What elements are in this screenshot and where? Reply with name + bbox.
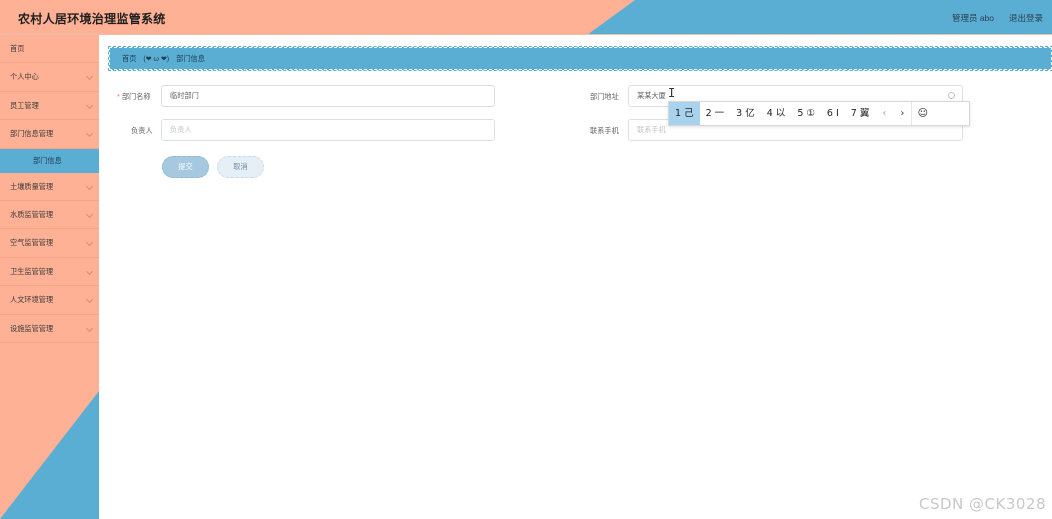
sidebar-item-profile[interactable]: 个人中心 xyxy=(0,63,99,92)
emoji-icon[interactable]: ☺ xyxy=(911,102,933,125)
text-cursor-icon: I xyxy=(668,86,676,100)
sidebar-item-humanities[interactable]: 人文环境管理 xyxy=(0,286,99,315)
sidebar-item-staff[interactable]: 员工管理 xyxy=(0,92,99,121)
sidebar-menu: 首页 个人中心 员工管理 部门信息管理 部门信息 土壤质量管理 水质监管管理 空… xyxy=(0,35,99,343)
watermark: CSDN @CK3028 xyxy=(918,495,1046,513)
sidebar-item-home[interactable]: 首页 xyxy=(0,35,99,64)
ime-candidate[interactable]: 7 翼 xyxy=(845,102,876,125)
sidebar-decoration xyxy=(0,391,99,519)
dept-name-input[interactable]: 临时部门 xyxy=(161,85,495,107)
chevron-right-icon[interactable]: › xyxy=(893,102,911,125)
phone-label: 联系手机 xyxy=(590,126,619,135)
ime-candidate[interactable]: 1 己 xyxy=(669,102,700,125)
current-user: 管理员 abo xyxy=(951,13,994,23)
sidebar-item-sanitation[interactable]: 卫生监管管理 xyxy=(0,258,99,287)
ime-candidate[interactable]: 4 以 xyxy=(761,102,792,125)
sidebar-item-facilities[interactable]: 设施监管管理 xyxy=(0,315,99,343)
dept-address-label: 部门地址 xyxy=(590,92,619,101)
chevron-down-icon xyxy=(85,267,94,275)
sidebar-item-air[interactable]: 空气监管管理 xyxy=(0,229,99,258)
chevron-down-icon xyxy=(85,101,94,109)
ime-candidate-bar: 1 己 2 一 3 亿 4 以 5 ① 6 I 7 翼 ‹ › ☺ xyxy=(668,101,970,126)
ime-candidate[interactable]: 6 I xyxy=(821,102,845,125)
logout-link[interactable]: 退出登录 xyxy=(1009,12,1043,24)
chevron-down-icon xyxy=(85,130,94,138)
breadcrumb: 首页 (❤ ω ❤) 部门信息 xyxy=(108,46,1052,71)
breadcrumb-home[interactable]: 首页 xyxy=(122,54,136,63)
chevron-down-icon xyxy=(85,296,94,304)
submit-button[interactable]: 提交 xyxy=(162,156,209,178)
top-header: 农村人居环境治理监管系统 管理员 abo 退出登录 xyxy=(0,0,1052,35)
ime-candidate[interactable]: 2 一 xyxy=(700,102,731,125)
breadcrumb-separator: (❤ ω ❤) xyxy=(143,56,170,63)
required-mark: * xyxy=(117,92,120,101)
chevron-down-icon xyxy=(85,239,94,247)
chevron-down-icon xyxy=(85,324,94,332)
ime-candidate[interactable]: 5 ① xyxy=(791,102,821,125)
breadcrumb-current: 部门信息 xyxy=(176,54,205,63)
chevron-down-icon xyxy=(85,73,94,81)
chevron-down-icon xyxy=(85,210,94,218)
chevron-left-icon[interactable]: ‹ xyxy=(875,102,893,125)
cancel-button[interactable]: 取消 xyxy=(217,156,264,178)
sidebar-item-soil[interactable]: 土壤质量管理 xyxy=(0,173,99,201)
leader-input[interactable]: 负责人 xyxy=(161,119,495,141)
sidebar-subitem-department-info[interactable]: 部门信息 xyxy=(0,148,99,173)
leader-label: 负责人 xyxy=(131,126,153,135)
sidebar-item-department-manage[interactable]: 部门信息管理 xyxy=(0,120,99,149)
dept-name-label: * 部门名称 xyxy=(117,92,151,101)
sidebar-item-water[interactable]: 水质监管管理 xyxy=(0,201,99,230)
app-title: 农村人居环境治理监管系统 xyxy=(18,12,166,26)
chevron-down-icon xyxy=(85,182,94,190)
ime-candidate[interactable]: 3 亿 xyxy=(730,102,761,125)
sidebar: 首页 个人中心 员工管理 部门信息管理 部门信息 土壤质量管理 水质监管管理 空… xyxy=(0,35,99,519)
clear-icon[interactable] xyxy=(948,92,955,99)
